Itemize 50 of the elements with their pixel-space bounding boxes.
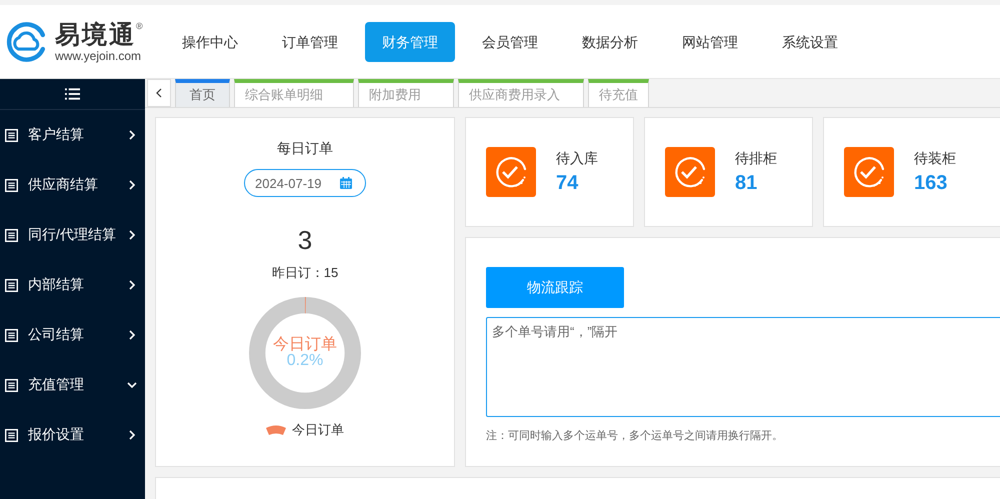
gauge-percent: 0.2% — [286, 353, 324, 369]
sidebar-item[interactable]: 客户结算 — [0, 110, 145, 160]
nav-item[interactable]: 订单管理 — [265, 22, 355, 62]
stat-label: 待排柜 — [735, 150, 777, 168]
stat-value: 74 — [556, 172, 580, 194]
list-icon — [5, 228, 18, 242]
nav-item[interactable]: 系统设置 — [765, 22, 855, 62]
sidebar-item[interactable]: 报价设置 — [0, 410, 145, 460]
chevron-icon — [127, 280, 137, 290]
chevron-icon — [127, 430, 137, 440]
stat-label: 待入库 — [556, 150, 598, 168]
yesterday-orders: 昨日订：15 — [272, 264, 338, 282]
list-icon — [5, 328, 18, 342]
calendar-icon[interactable] — [340, 177, 352, 189]
order-count: 3 — [298, 225, 312, 256]
list-icon — [5, 178, 18, 192]
legend-label: 今日订单 — [292, 421, 344, 439]
sidebar-item[interactable]: 公司结算 — [0, 310, 145, 360]
menu-icon[interactable] — [65, 88, 80, 100]
logo-url: www.yejoin.com — [55, 48, 142, 62]
legend-icon — [266, 425, 286, 435]
gauge-label: 今日订单 — [273, 337, 337, 353]
registered-mark: ® — [136, 20, 143, 30]
sidebar-item[interactable]: 内部结算 — [0, 260, 145, 310]
sidebar-item[interactable]: 供应商结算 — [0, 160, 145, 210]
nav-item[interactable]: 会员管理 — [465, 22, 555, 62]
stat-value: 163 — [914, 172, 948, 194]
logo-name: 易境通 — [55, 20, 136, 48]
sidebar-item[interactable]: 充值管理 — [0, 360, 145, 410]
nav-item[interactable]: 网站管理 — [665, 22, 755, 62]
tracking-note: 注：可同时输入多个运单号，多个运单号之间请用换行隔开。 — [486, 428, 783, 443]
chevron-icon — [127, 180, 137, 190]
list-icon — [5, 428, 18, 442]
stat-value: 81 — [735, 172, 758, 194]
chevron-left-icon — [156, 88, 162, 98]
tracking-number-field[interactable]: 多个单号请用“，”隔开 — [486, 317, 1000, 417]
list-icon — [5, 378, 18, 392]
date-field[interactable]: 2024-07-19 — [244, 169, 366, 197]
chevron-icon — [127, 330, 137, 340]
nav-item[interactable]: 操作中心 — [165, 22, 255, 62]
card-title: 每日订单 — [277, 140, 333, 158]
chevron-icon — [127, 130, 137, 140]
chevron-icon — [127, 380, 137, 390]
nav-item[interactable]: 数据分析 — [565, 22, 655, 62]
list-icon — [5, 128, 18, 142]
chevron-icon — [127, 230, 137, 240]
stat-label: 待装柜 — [914, 150, 956, 168]
sidebar-item[interactable]: 同行/代理结算 — [0, 210, 145, 260]
list-icon — [5, 278, 18, 292]
tab[interactable]: 首页 — [175, 79, 230, 107]
